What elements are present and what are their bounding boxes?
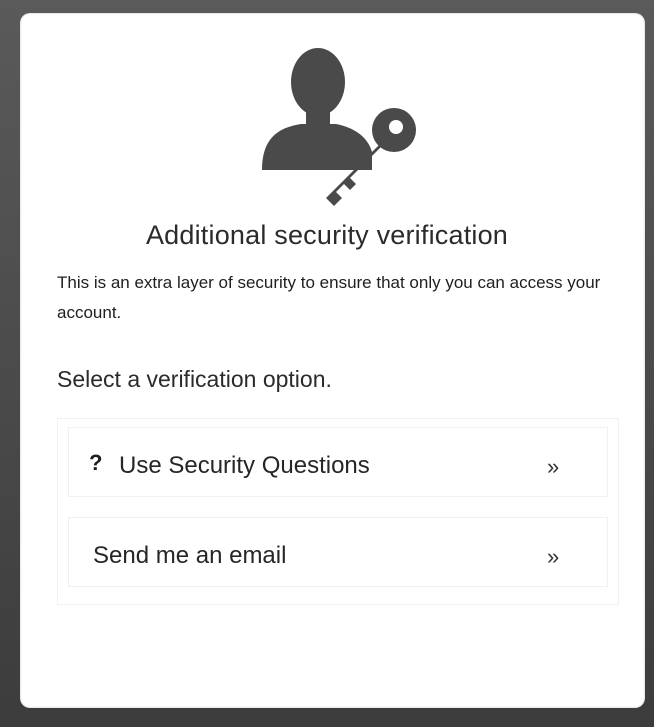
option-label: Send me an email bbox=[93, 542, 287, 569]
chevron-right-icon: » bbox=[547, 454, 560, 479]
send-email-option[interactable]: Send me an email » bbox=[68, 517, 608, 587]
verification-prompt: Select a verification option. bbox=[57, 366, 332, 392]
chevron-right-icon: » bbox=[547, 544, 560, 569]
page-title: Additional security verification bbox=[145, 220, 509, 250]
page-subtitle: This is an extra layer of security to en… bbox=[57, 273, 601, 322]
security-questions-option[interactable]: ? Use Security Questions » bbox=[68, 427, 608, 497]
question-mark-icon: ? bbox=[89, 450, 103, 475]
option-label: Use Security Questions bbox=[119, 452, 370, 479]
user-key-icon bbox=[262, 48, 416, 206]
window-frame: Additional security verification This is… bbox=[0, 0, 654, 727]
verification-options: ? Use Security Questions » Send me an em… bbox=[57, 418, 619, 605]
